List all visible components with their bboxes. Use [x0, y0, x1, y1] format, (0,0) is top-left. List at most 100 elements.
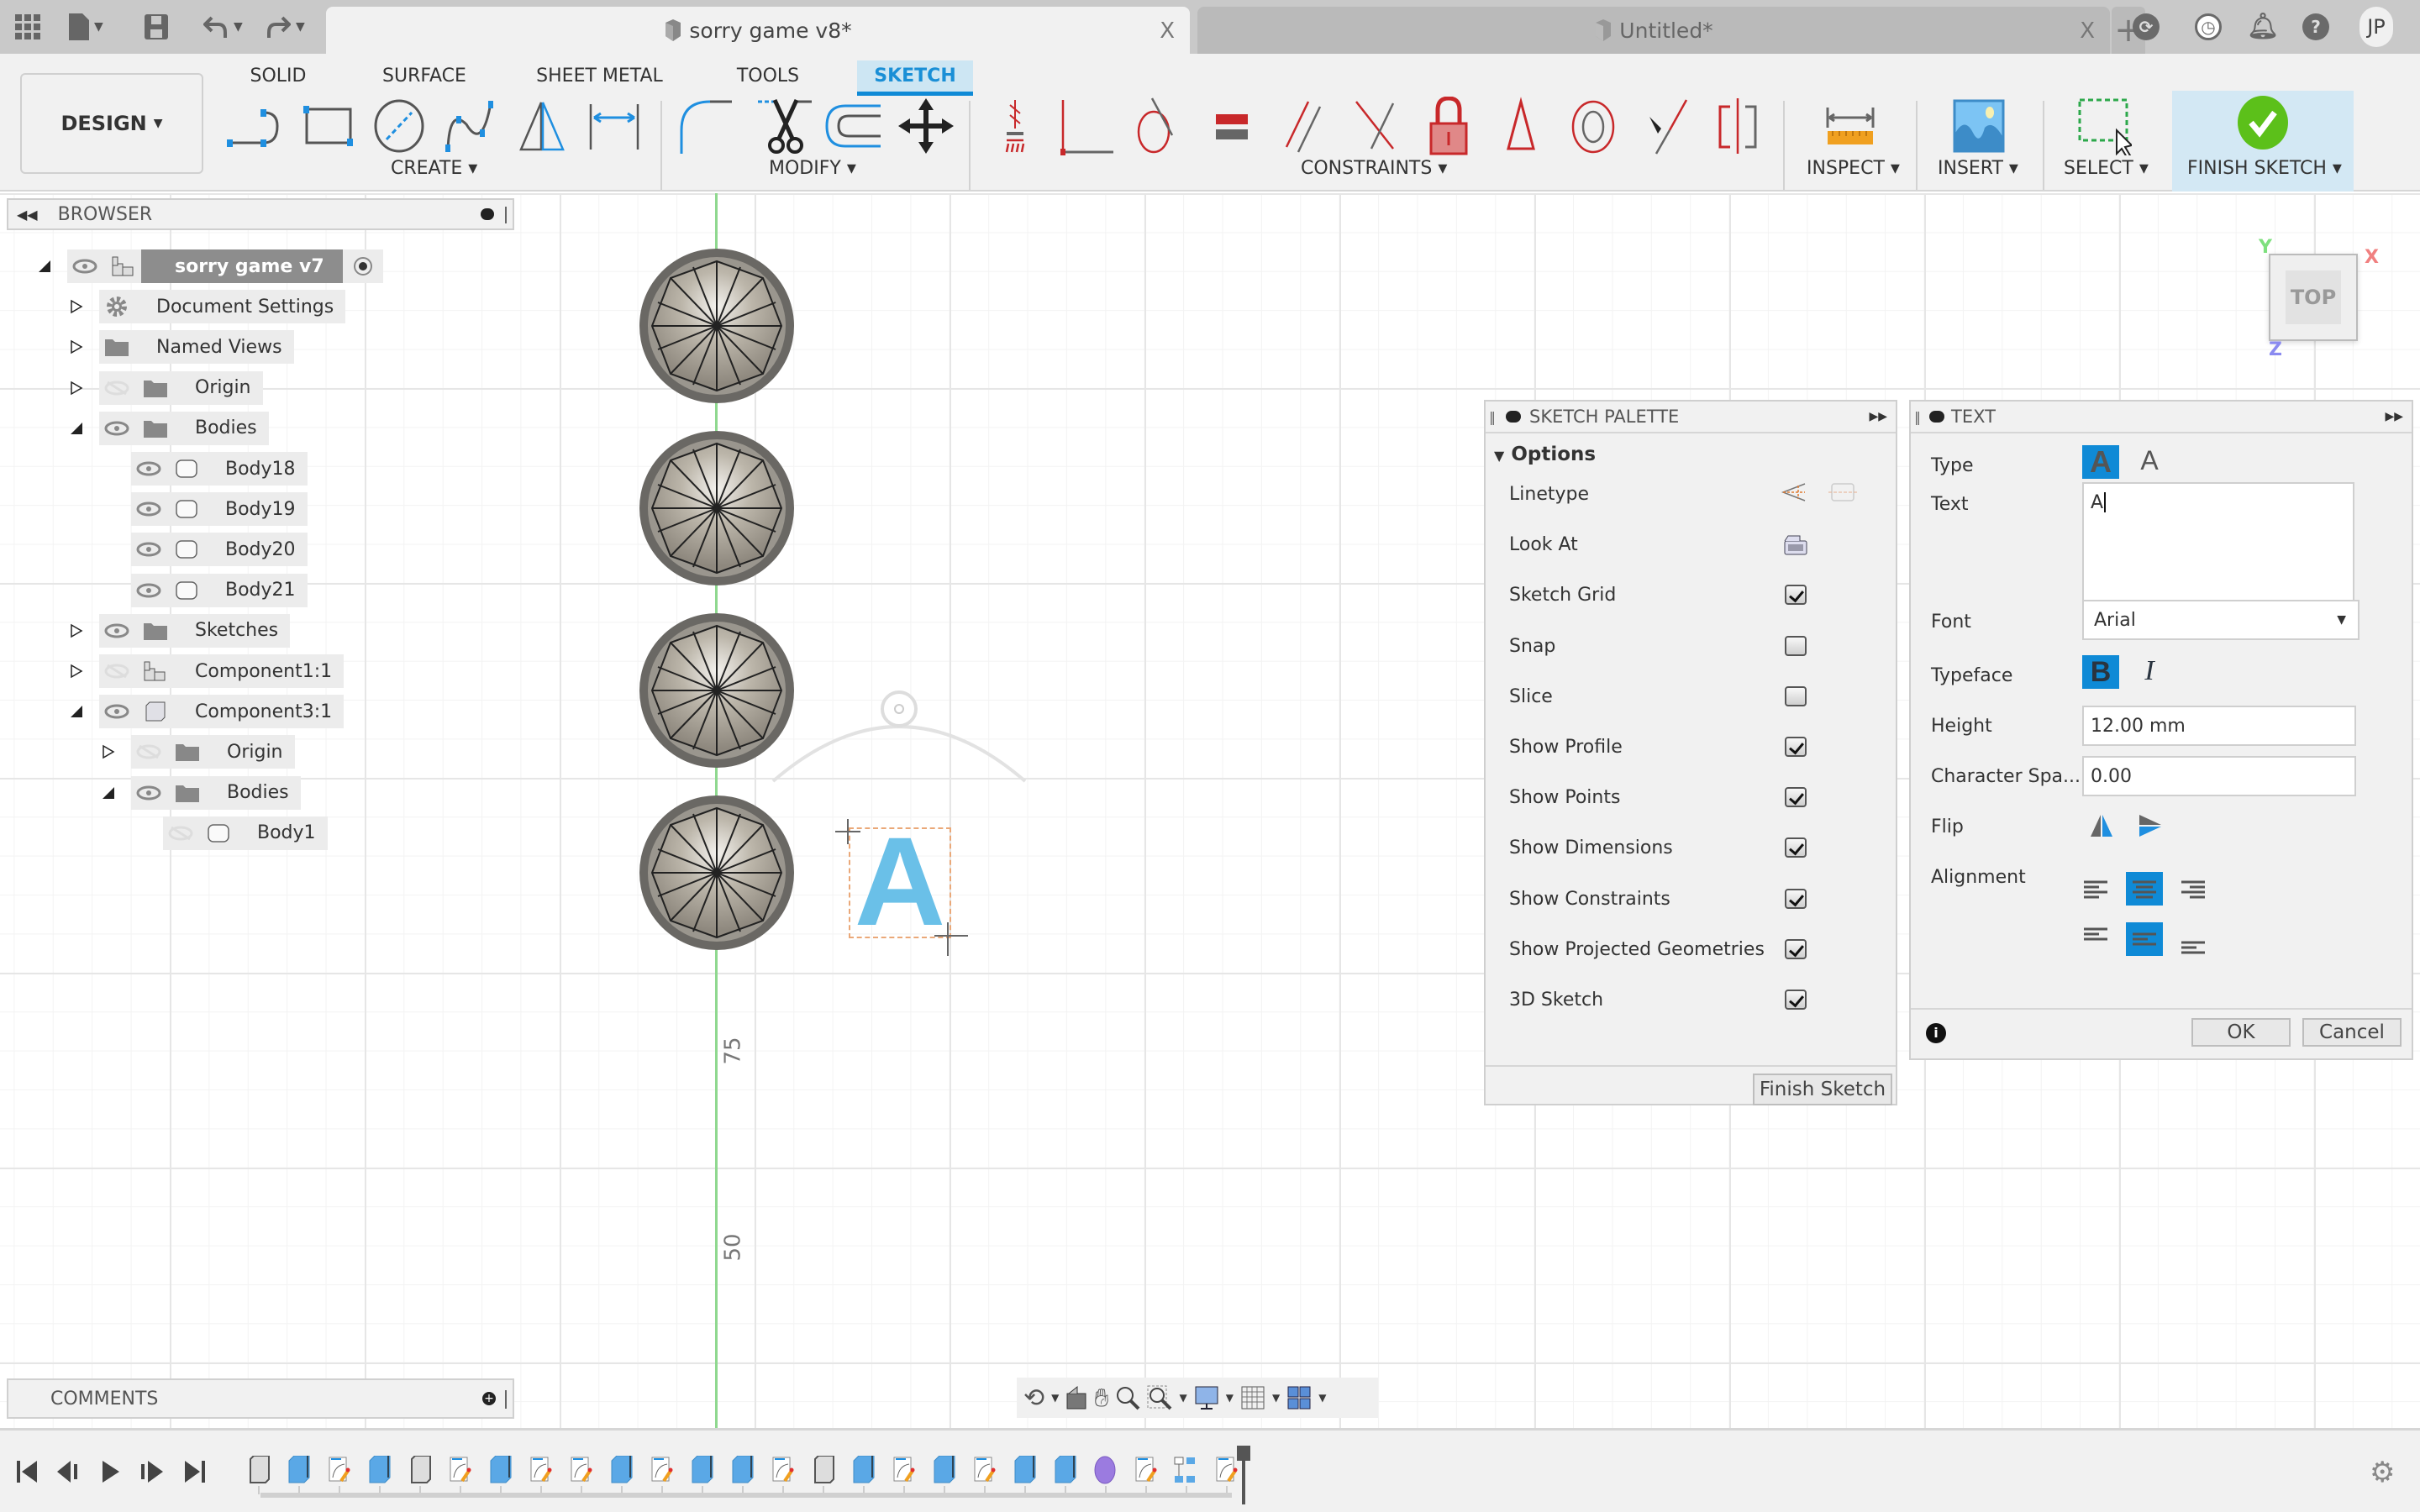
extensions-icon[interactable]: ⟳ — [2133, 13, 2160, 40]
create-menu[interactable]: CREATE ▾ — [391, 158, 477, 179]
expand-triangle-icon[interactable] — [69, 299, 84, 314]
timeline-sketch-feature[interactable] — [528, 1456, 553, 1484]
browser-node[interactable]: Body19 — [131, 492, 308, 527]
flip-horizontal-button[interactable] — [2089, 813, 2114, 838]
timeline-sketch-feature[interactable] — [1213, 1456, 1239, 1484]
browser-node[interactable]: Document Settings — [99, 290, 346, 324]
show-profile-checkbox[interactable] — [1785, 737, 1807, 757]
insert-image-tool[interactable] — [1946, 96, 2013, 156]
align-left-button[interactable] — [2077, 872, 2114, 906]
timeline-sketch-box-feature[interactable] — [810, 1455, 835, 1484]
show-projected-geometries-checkbox[interactable] — [1785, 938, 1807, 959]
timeline-extrude-feature[interactable] — [689, 1455, 714, 1484]
rotate-gizmo[interactable] — [756, 689, 1042, 790]
body-coin[interactable] — [637, 246, 797, 406]
timeline-extrude-feature[interactable] — [487, 1455, 513, 1484]
expand-panel-icon[interactable]: ▶▶ — [2385, 410, 2403, 423]
circle-tool[interactable] — [366, 96, 433, 156]
job-status-icon[interactable]: ◷ — [2195, 13, 2222, 40]
cancel-button[interactable]: Cancel — [2302, 1018, 2402, 1047]
help-icon[interactable]: ? — [2302, 13, 2329, 40]
viewcube-face-top[interactable]: TOP — [2286, 270, 2341, 324]
snap-checkbox[interactable] — [1785, 635, 1807, 656]
timeline-sketch-box-feature[interactable] — [407, 1455, 432, 1484]
app-grid-button[interactable] — [15, 12, 40, 42]
eye-icon[interactable] — [136, 461, 161, 476]
collapse-triangle-icon[interactable] — [101, 785, 116, 801]
play-icon[interactable] — [97, 1459, 123, 1484]
measure-tool[interactable] — [1817, 96, 1884, 156]
timeline-sketch-feature[interactable] — [568, 1456, 593, 1484]
trim-tool[interactable] — [752, 96, 819, 156]
pan-hand-icon[interactable]: ✋︎ — [1094, 1383, 1108, 1413]
tab-tools[interactable]: TOOLS — [733, 60, 803, 92]
coincident-constraint[interactable] — [1054, 96, 1121, 156]
dimension-tool[interactable] — [580, 96, 647, 156]
timeline-extrude-feature[interactable] — [729, 1455, 755, 1484]
ok-button[interactable]: OK — [2191, 1018, 2291, 1047]
collapse-browser-icon[interactable]: ◀◀ — [17, 207, 38, 223]
timeline-sketch-feature[interactable] — [971, 1456, 997, 1484]
tab-surface[interactable]: SURFACE — [378, 60, 471, 92]
go-to-end-icon[interactable] — [182, 1459, 207, 1484]
concentric-constraint[interactable] — [1560, 96, 1627, 156]
close-tab-icon[interactable]: X — [2080, 18, 2095, 44]
modify-menu[interactable]: MODIFY ▾ — [769, 158, 856, 179]
expand-triangle-icon[interactable] — [69, 623, 84, 638]
info-icon[interactable]: i — [1926, 1023, 1946, 1043]
browser-node[interactable]: Origin — [99, 370, 263, 405]
tab-solid[interactable]: SOLID — [249, 60, 308, 92]
tab-sheet-metal[interactable]: SHEET METAL — [534, 60, 665, 92]
collinear-constraint[interactable] — [1632, 96, 1699, 156]
workspace-switcher[interactable]: DESIGN ▼ — [20, 73, 203, 174]
eye-hidden-icon[interactable] — [104, 664, 129, 679]
eye-icon[interactable] — [136, 583, 161, 598]
horizontal-vertical-constraint[interactable] — [981, 96, 1049, 156]
tangent-constraint[interactable] — [1124, 96, 1192, 156]
select-menu[interactable]: SELECT ▾ — [2064, 158, 2149, 179]
activate-radio-icon[interactable] — [353, 256, 373, 276]
constraints-menu[interactable]: CONSTRAINTS ▾ — [1301, 158, 1447, 179]
browser-node[interactable]: Body18 — [131, 452, 308, 486]
close-tab-icon[interactable]: X — [1160, 18, 1175, 44]
inspect-menu[interactable]: INSPECT ▾ — [1807, 158, 1900, 179]
finish-sketch-button[interactable]: FINISH SKETCH ▾ — [2172, 91, 2354, 192]
expand-triangle-icon[interactable] — [101, 744, 116, 759]
collapse-triangle-icon[interactable] — [69, 421, 84, 436]
browser-root-node[interactable]: sorry game v7 — [67, 249, 383, 283]
align-center-button[interactable] — [2126, 872, 2163, 906]
move-tool[interactable] — [892, 96, 960, 156]
timeline-sketch-box-feature[interactable] — [245, 1455, 271, 1484]
orbit-icon[interactable]: ⟲ — [1023, 1383, 1044, 1413]
type-text-button[interactable]: A — [2082, 444, 2119, 479]
timeline-sketch-feature[interactable] — [891, 1456, 916, 1484]
tab-sketch[interactable]: SKETCH — [857, 60, 973, 96]
equal-constraint[interactable] — [1198, 96, 1265, 156]
browser-node[interactable]: Component3:1 — [99, 695, 345, 729]
timeline-extrude-feature[interactable] — [931, 1455, 956, 1484]
grid-settings-icon[interactable] — [1240, 1385, 1265, 1410]
perpendicular-constraint[interactable] — [1342, 96, 1409, 156]
show-points-checkbox[interactable] — [1785, 787, 1807, 808]
document-tab-active[interactable]: sorry game v8* X — [326, 7, 1190, 54]
undo-button[interactable]: ▼ — [203, 12, 243, 42]
timeline-sketch-feature[interactable] — [447, 1456, 472, 1484]
flip-vertical-button[interactable] — [2138, 813, 2163, 838]
zoom-icon[interactable] — [1115, 1385, 1140, 1410]
3d-sketch-checkbox[interactable] — [1785, 990, 1807, 1010]
browser-node[interactable]: Origin — [131, 735, 295, 769]
midpoint-constraint[interactable] — [1487, 96, 1555, 156]
expand-triangle-icon[interactable] — [69, 381, 84, 396]
viewports-icon[interactable] — [1286, 1385, 1312, 1410]
bold-toggle[interactable]: B — [2082, 655, 2119, 689]
collapse-triangle-icon[interactable] — [69, 704, 84, 719]
timeline-sketch-feature[interactable] — [326, 1456, 351, 1484]
expand-panel-icon[interactable]: ▶▶ — [1869, 410, 1887, 423]
align-bottom-button[interactable] — [2175, 922, 2212, 956]
browser-node[interactable]: Sketches — [99, 613, 291, 648]
mirror-tool[interactable] — [508, 96, 576, 156]
eye-icon[interactable] — [136, 542, 161, 557]
body-coin[interactable] — [637, 611, 797, 770]
fix-constraint[interactable] — [1415, 96, 1482, 156]
go-to-start-icon[interactable] — [15, 1459, 40, 1484]
